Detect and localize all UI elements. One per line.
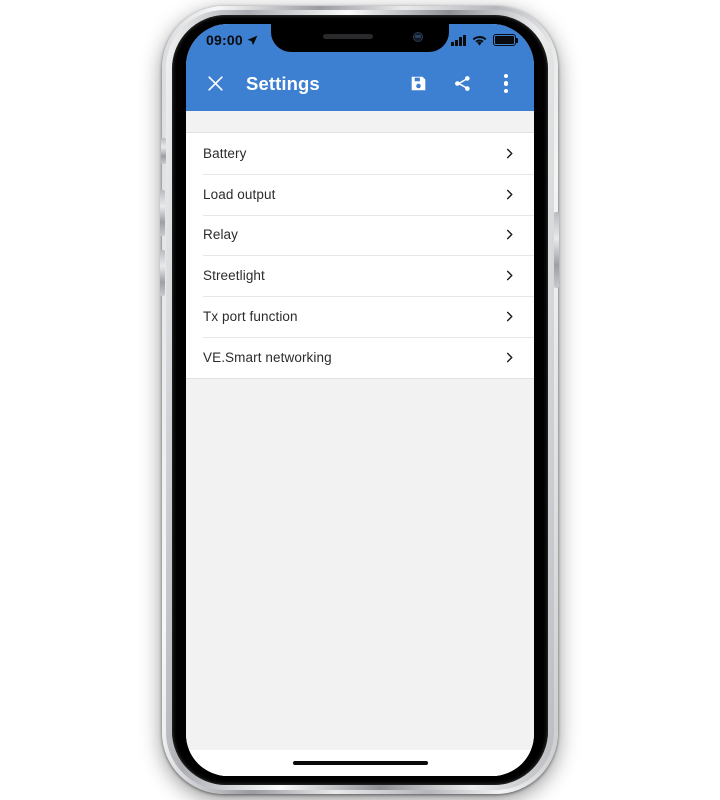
earpiece-speaker-icon [323, 34, 373, 39]
status-bar-left: 09:00 [206, 33, 259, 47]
mute-switch-button[interactable] [161, 138, 166, 164]
home-indicator-area [186, 750, 534, 776]
list-item-battery[interactable]: Battery [186, 133, 534, 174]
battery-full-icon [493, 34, 519, 46]
share-button[interactable] [440, 61, 484, 107]
location-arrow-icon [247, 35, 258, 45]
app-bar: Settings [186, 56, 534, 111]
list-item-load-output[interactable]: Load output [186, 173, 534, 215]
status-bar-right [451, 34, 519, 46]
status-bar-clock: 09:00 [206, 32, 243, 48]
overflow-menu-button[interactable] [484, 61, 528, 107]
list-item-tx-port-function[interactable]: Tx port function [186, 296, 534, 337]
volume-up-button[interactable] [160, 190, 165, 236]
volume-down-button[interactable] [160, 250, 165, 296]
power-button[interactable] [554, 212, 559, 288]
save-button[interactable] [396, 61, 440, 107]
page-title: Settings [246, 72, 320, 94]
chevron-right-icon [501, 186, 517, 202]
list-item-label: Tx port function [203, 309, 298, 325]
share-icon [454, 76, 470, 91]
list-item-ve-smart-networking[interactable]: VE.Smart networking [186, 336, 534, 378]
close-button[interactable] [192, 61, 238, 107]
list-item-label: Streetlight [203, 268, 265, 284]
content-top-spacer [186, 111, 534, 132]
list-item-label: VE.Smart networking [203, 349, 332, 365]
display-notch [271, 24, 449, 52]
list-item-label: Load output [203, 186, 276, 202]
home-indicator[interactable] [292, 760, 428, 766]
chevron-right-icon [501, 145, 517, 161]
chevron-right-icon [501, 349, 517, 365]
phone-screen: 09:00 Settings Battery Load output Relay… [186, 24, 534, 776]
chevron-right-icon [501, 227, 517, 243]
front-camera-icon [413, 32, 423, 42]
screenshot-stage: 09:00 Settings Battery Load output Relay… [0, 0, 720, 800]
save-icon [411, 76, 425, 91]
settings-list: Battery Load output Relay Streetlight Tx… [186, 132, 534, 379]
overflow-menu-icon [503, 74, 509, 93]
chevron-right-icon [501, 268, 517, 284]
close-icon [207, 76, 223, 91]
settings-content: Battery Load output Relay Streetlight Tx… [186, 111, 534, 776]
wifi-icon [472, 36, 487, 46]
cellular-signal-icon [451, 34, 466, 46]
list-item-label: Battery [203, 145, 247, 161]
list-item-relay[interactable]: Relay [186, 214, 534, 256]
chevron-right-icon [501, 309, 517, 325]
list-item-streetlight[interactable]: Streetlight [186, 255, 534, 297]
list-item-label: Relay [203, 227, 239, 243]
